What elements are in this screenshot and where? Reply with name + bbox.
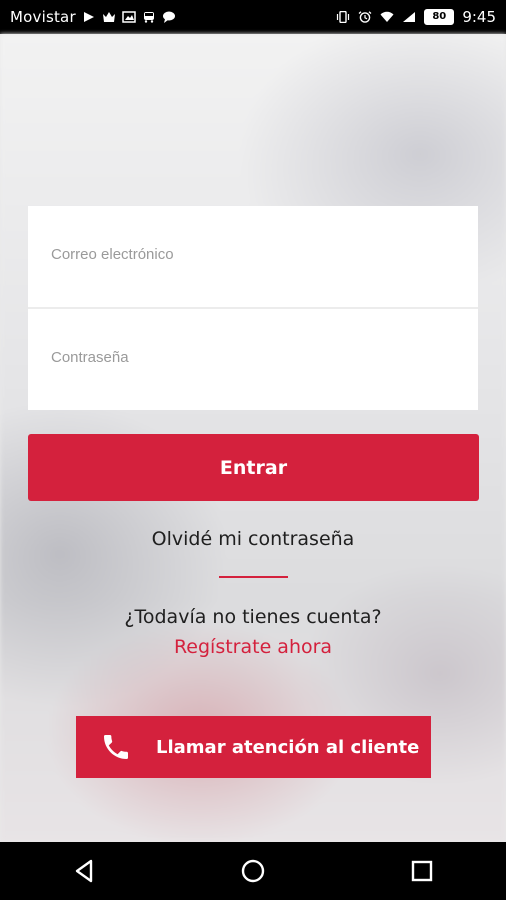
- vibrate-icon: [337, 11, 350, 23]
- battery-icon: 80: [424, 9, 455, 25]
- play-icon: [83, 12, 94, 22]
- signal-icon: [403, 12, 416, 22]
- bus-icon: [143, 12, 154, 23]
- call-support-button[interactable]: Llamar atención al cliente: [76, 716, 431, 778]
- image-icon: [122, 11, 136, 23]
- register-link[interactable]: Regístrate ahora: [174, 636, 332, 658]
- password-field-container: [28, 307, 478, 410]
- alarm-icon: [358, 11, 372, 23]
- clock: 9:45: [462, 8, 496, 26]
- email-field-container: [28, 206, 478, 307]
- forgot-password-link[interactable]: Olvidé mi contraseña: [0, 528, 506, 550]
- no-account-text: ¿Todavía no tienes cuenta?: [124, 606, 382, 628]
- recents-icon: [411, 860, 432, 882]
- recents-button[interactable]: [402, 851, 442, 891]
- login-form: [28, 206, 478, 410]
- register-link-container: Regístrate ahora: [0, 636, 506, 658]
- back-button[interactable]: [64, 851, 104, 891]
- home-icon: [241, 859, 265, 883]
- back-icon: [76, 859, 93, 883]
- call-support-label: Llamar atención al cliente: [156, 736, 420, 758]
- password-field[interactable]: [51, 349, 455, 366]
- chat-icon: [162, 11, 175, 23]
- carrier-label: Movistar: [10, 8, 76, 26]
- email-field[interactable]: [51, 246, 455, 263]
- home-button[interactable]: [233, 851, 273, 891]
- navigation-bar: [0, 842, 506, 900]
- status-bar: Movistar 80 9:45: [0, 0, 506, 34]
- crown-icon: [102, 12, 115, 22]
- wifi-icon: [380, 11, 394, 22]
- login-button[interactable]: Entrar: [28, 434, 479, 501]
- phone-icon: [104, 735, 128, 759]
- divider: [219, 576, 288, 578]
